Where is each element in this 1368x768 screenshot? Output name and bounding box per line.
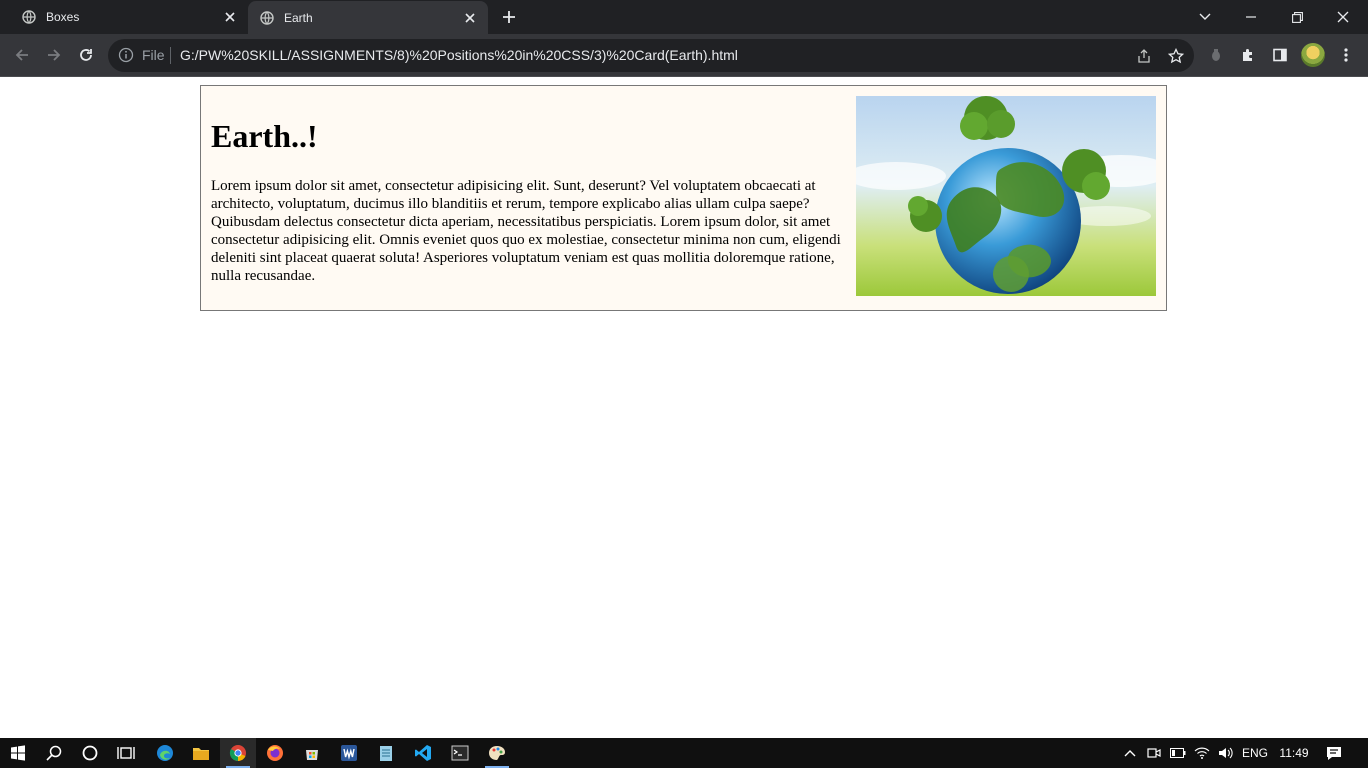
tab-strip: Boxes Earth: [0, 0, 1368, 34]
language-indicator[interactable]: ENG: [1240, 738, 1270, 768]
restore-button[interactable]: [1274, 0, 1320, 34]
chrome-icon[interactable]: [220, 738, 256, 768]
minimize-button[interactable]: [1228, 0, 1274, 34]
bookmark-star-icon[interactable]: [1166, 46, 1186, 66]
browser-toolbar: File G:/PW%20SKILL/ASSIGNMENTS/8)%20Posi…: [0, 34, 1368, 77]
start-button[interactable]: [0, 738, 36, 768]
tab-title: Boxes: [46, 10, 80, 24]
paint-icon[interactable]: [479, 738, 515, 768]
back-button[interactable]: [10, 43, 34, 67]
task-view-icon[interactable]: [108, 738, 144, 768]
windows-taskbar: ENG 11:49: [0, 738, 1368, 768]
tab-earth[interactable]: Earth: [248, 1, 488, 34]
share-icon[interactable]: [1134, 46, 1154, 66]
earth-image: [856, 96, 1156, 296]
search-icon[interactable]: [36, 738, 72, 768]
firefox-icon[interactable]: [257, 738, 293, 768]
address-bar[interactable]: File G:/PW%20SKILL/ASSIGNMENTS/8)%20Posi…: [108, 39, 1194, 72]
separator: [170, 47, 171, 64]
close-tab-icon[interactable]: [220, 7, 240, 27]
meet-now-icon[interactable]: [1144, 738, 1164, 768]
battery-icon[interactable]: [1168, 738, 1188, 768]
menu-kebab-icon[interactable]: [1334, 43, 1358, 67]
tab-search-button[interactable]: [1182, 0, 1228, 34]
url-text[interactable]: G:/PW%20SKILL/ASSIGNMENTS/8)%20Positions…: [180, 47, 738, 63]
card-title: Earth..!: [211, 118, 318, 154]
scheme-label: File: [142, 47, 165, 63]
clock[interactable]: 11:49: [1276, 738, 1312, 768]
side-panel-icon[interactable]: [1268, 43, 1292, 67]
edge-icon[interactable]: [147, 738, 183, 768]
notepad-icon[interactable]: [368, 738, 404, 768]
extension-icon[interactable]: [1204, 43, 1228, 67]
wifi-icon[interactable]: [1192, 738, 1212, 768]
vscode-icon[interactable]: [405, 738, 441, 768]
info-icon[interactable]: [118, 47, 134, 63]
tab-title: Earth: [284, 10, 313, 25]
cortana-icon[interactable]: [72, 738, 108, 768]
extensions-puzzle-icon[interactable]: [1236, 43, 1260, 67]
file-explorer-icon[interactable]: [183, 738, 219, 768]
terminal-icon[interactable]: [442, 738, 478, 768]
tab-boxes[interactable]: Boxes: [0, 0, 248, 34]
forward-button[interactable]: [42, 43, 66, 67]
close-tab-icon[interactable]: [460, 8, 480, 28]
profile-avatar[interactable]: [1301, 43, 1325, 67]
store-icon[interactable]: [294, 738, 330, 768]
volume-icon[interactable]: [1216, 738, 1236, 768]
reload-button[interactable]: [74, 43, 98, 67]
globe-icon: [22, 10, 36, 24]
card-body-text: Lorem ipsum dolor sit amet, consectetur …: [211, 178, 841, 284]
chevron-up-icon[interactable]: [1120, 738, 1140, 768]
globe-icon: [260, 10, 274, 25]
new-tab-button[interactable]: [498, 6, 520, 28]
earth-card: Earth..! Lorem ipsum dolor sit amet, con…: [200, 85, 1167, 311]
word-icon[interactable]: [331, 738, 367, 768]
close-window-button[interactable]: [1320, 0, 1366, 34]
notification-icon[interactable]: [1322, 738, 1346, 768]
